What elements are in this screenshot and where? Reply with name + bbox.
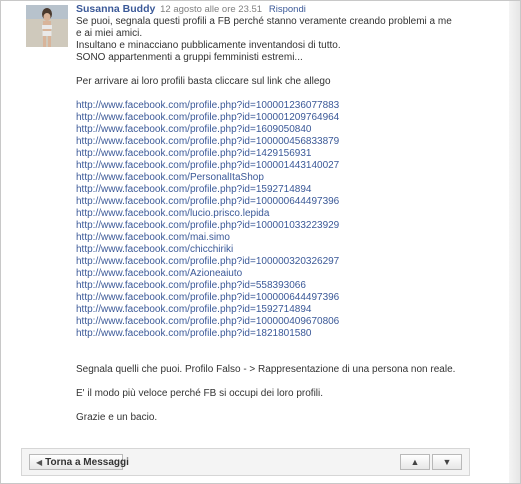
back-to-messages-label: Torna a Messaggi (45, 457, 129, 468)
outro-line-thanks: Grazie e un bacio. (76, 412, 158, 423)
profile-link[interactable]: http://www.facebook.com/profile.php?id=1… (76, 304, 506, 316)
profile-link[interactable]: http://www.facebook.com/profile.php?id=1… (76, 292, 506, 304)
profile-link[interactable]: http://www.facebook.com/profile.php?id=1… (76, 160, 506, 172)
reply-link[interactable]: Rispondi (269, 4, 306, 15)
profile-link[interactable]: http://www.facebook.com/Azioneaiuto (76, 268, 506, 280)
outro-line-reason: E' il modo più veloce perché FB si occup… (76, 388, 324, 399)
profile-link[interactable]: http://www.facebook.com/mai.simo (76, 232, 506, 244)
profile-link[interactable]: http://www.facebook.com/profile.php?id=1… (76, 112, 506, 124)
next-message-button[interactable]: ▼ (432, 454, 462, 470)
post-header: Susanna Buddy 12 agosto alle ore 23.51 R… (76, 3, 506, 16)
profile-link[interactable]: http://www.facebook.com/profile.php?id=1… (76, 136, 506, 148)
intro-line: Insultano e minacciano pubblicamente inv… (76, 40, 341, 51)
instruction-text: Per arrivare ai loro profili basta clicc… (76, 76, 331, 87)
author-name[interactable]: Susanna Buddy (76, 3, 155, 15)
post-timestamp: 12 agosto alle ore 23.51 (160, 4, 263, 15)
profile-link[interactable]: http://www.facebook.com/profile.php?id=1… (76, 256, 506, 268)
back-to-messages-button[interactable]: ◀ Torna a Messaggi (29, 454, 129, 470)
message-footer-bar: ◀ Torna a Messaggi ▲ ▼ (21, 448, 470, 476)
profile-link[interactable]: http://www.facebook.com/profile.php?id=1… (76, 184, 506, 196)
scroll-gutter (509, 1, 520, 483)
previous-message-button[interactable]: ▲ (400, 454, 430, 470)
triangle-left-icon: ◀ (36, 458, 43, 467)
profile-link[interactable]: http://www.facebook.com/profile.php?id=1… (76, 148, 506, 160)
message-window: Susanna Buddy 12 agosto alle ore 23.51 R… (0, 0, 521, 484)
intro-line: SONO appartenmenti a gruppi femministi e… (76, 52, 303, 63)
profile-link[interactable]: http://www.facebook.com/chicchiriki (76, 244, 506, 256)
avatar[interactable] (26, 5, 68, 47)
profile-link[interactable]: http://www.facebook.com/profile.php?id=1… (76, 220, 506, 232)
intro-line: e ai miei amici. (76, 28, 143, 39)
message-post: Susanna Buddy 12 agosto alle ore 23.51 R… (76, 3, 506, 424)
profile-link[interactable]: http://www.facebook.com/profile.php?id=1… (76, 196, 506, 208)
profile-link[interactable]: http://www.facebook.com/profile.php?id=1… (76, 316, 506, 328)
triangle-down-icon: ▼ (442, 457, 452, 467)
profile-link[interactable]: http://www.facebook.com/profile.php?id=1… (76, 124, 506, 136)
avatar-photo (26, 5, 68, 47)
profile-link-list: http://www.facebook.com/profile.php?id=1… (76, 100, 506, 340)
profile-link[interactable]: http://www.facebook.com/profile.php?id=1… (76, 100, 506, 112)
profile-link[interactable]: http://www.facebook.com/lucio.prisco.lep… (76, 208, 506, 220)
profile-link[interactable]: http://www.facebook.com/profile.php?id=1… (76, 328, 506, 340)
profile-link[interactable]: http://www.facebook.com/profile.php?id=5… (76, 280, 506, 292)
outro-line-report: Segnala quelli che puoi. Profilo Falso -… (76, 364, 456, 375)
profile-link[interactable]: http://www.facebook.com/PersonalItaShop (76, 172, 506, 184)
triangle-up-icon: ▲ (410, 457, 420, 467)
intro-line: Se puoi, segnala questi profili a FB per… (76, 16, 452, 27)
